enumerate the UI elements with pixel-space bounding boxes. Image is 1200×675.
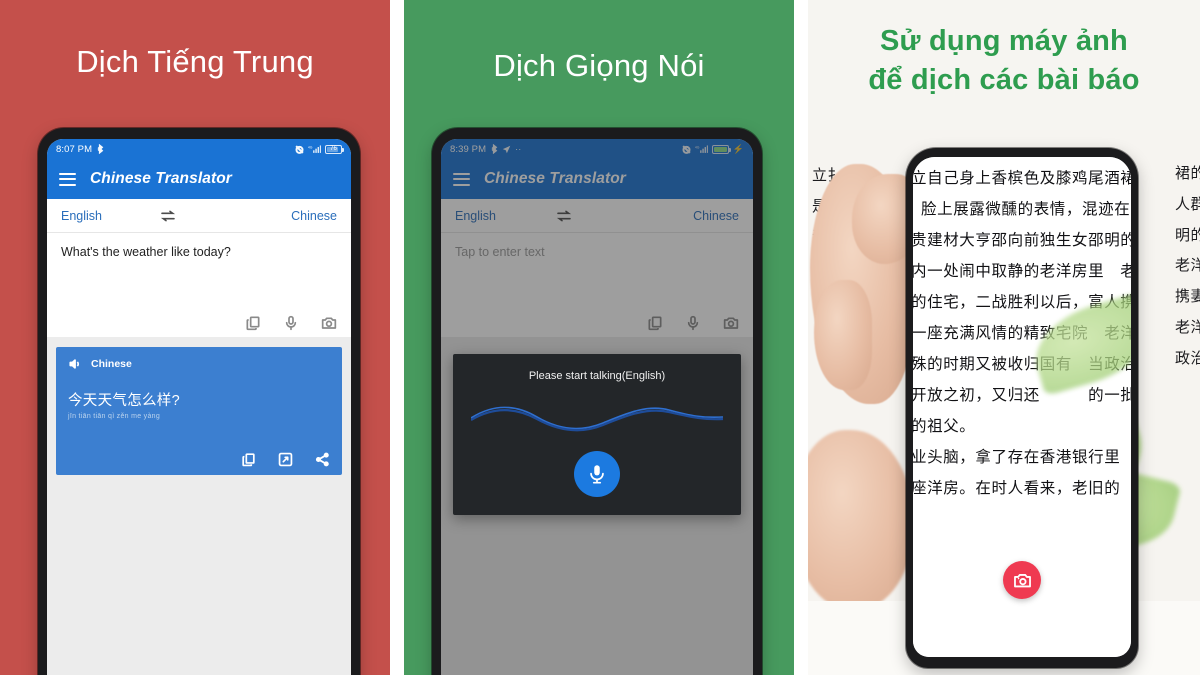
battery-icon: 76	[325, 144, 344, 154]
app-title: Chinese Translator	[90, 170, 232, 187]
newspaper-line: 立自己身上香槟色及膝鸡尾酒裙的裙	[913, 169, 1131, 187]
source-language-selector[interactable]: English	[455, 209, 496, 223]
panel1-headline: Dịch Tiếng Trung	[76, 44, 314, 79]
copy-icon[interactable]	[241, 452, 256, 467]
phone-device-2: 8:39 PM ·· 4G ⚡ Chinese Translator Engli…	[432, 128, 762, 675]
screenshot-root: Dịch Tiếng Trung 8:07 PM 4G 76 Chinese T…	[0, 0, 1200, 675]
newspaper-line: 业头脑，拿了存在香港银行里	[913, 448, 1121, 466]
copy-icon[interactable]	[245, 315, 261, 331]
panel2-headline: Dịch Giọng Nói	[493, 48, 705, 83]
background-newspaper-text-right: 裙的 人群 明的 老洋 携妻 老洋 政治	[1174, 164, 1200, 367]
input-tool-row-2	[647, 315, 739, 331]
newspaper-line: 开放之初，又归还 的一批房	[913, 386, 1131, 404]
battery-charging-icon	[711, 144, 731, 154]
camera-icon[interactable]	[321, 315, 337, 331]
panel-voice-translate: Dịch Giọng Nói 8:39 PM ·· 4G ⚡ Chinese T…	[404, 0, 794, 675]
translation-card: Chinese 今天天气怎么样? jīn tiān tiān qì zěn me…	[56, 347, 342, 475]
input-tool-row-1	[245, 315, 337, 331]
svg-text:4G: 4G	[308, 145, 313, 149]
camera-viewfinder: 立自己身上香槟色及膝鸡尾酒裙的裙 脸上展露微醺的表情，混迹在人群 贵建材大亨邵向…	[913, 157, 1131, 657]
camera-icon[interactable]	[723, 315, 739, 331]
panel3-headline-line1: Sử dụng máy ảnh	[880, 25, 1128, 57]
share-icon[interactable]	[315, 452, 330, 467]
alarm-off-icon	[295, 145, 304, 154]
hamburger-menu-icon[interactable]	[59, 172, 76, 186]
card-header: Chinese	[68, 357, 330, 371]
panel3-headline-line2: để dịch các bài báo	[868, 64, 1140, 97]
swap-horizontal-icon[interactable]	[556, 209, 572, 223]
text-input-area-1[interactable]: What's the weather like today?	[47, 233, 351, 337]
language-bar-1: English Chinese	[47, 199, 351, 233]
text-input-area-2[interactable]: Tap to enter text	[441, 233, 753, 337]
app-bar-2: Chinese Translator	[441, 159, 753, 199]
card-language-label: Chinese	[91, 358, 132, 370]
phone-screen-3: 立自己身上香槟色及膝鸡尾酒裙的裙 脸上展露微醺的表情，混迹在人群 贵建材大亨邵向…	[913, 157, 1131, 657]
panel-camera-translate: Sử dụng máy ảnh để dịch các bài báo 立扌是汉…	[808, 0, 1200, 675]
panel3-headline: Sử dụng máy ảnh để dịch các bài báo	[808, 22, 1200, 100]
more-dots-icon: ··	[515, 143, 522, 154]
phone-screen-2: 8:39 PM ·· 4G ⚡ Chinese Translator Engli…	[441, 139, 753, 675]
target-language-selector[interactable]: Chinese	[693, 209, 739, 223]
translated-text: 今天天气怎么样?	[68, 393, 180, 409]
microphone-icon[interactable]	[283, 315, 299, 331]
phone-device-3: 立自己身上香槟色及膝鸡尾酒裙的裙 脸上展露微醺的表情，混迹在人群 贵建材大亨邵向…	[906, 148, 1138, 668]
status-time: 8:07 PM	[56, 143, 93, 155]
voice-prompt-text: Please start talking(English)	[528, 370, 666, 382]
newspaper-line: 座洋房。在时人看来，老旧的	[913, 479, 1121, 497]
camera-capture-button[interactable]	[1003, 561, 1041, 599]
signal-bars-icon: 4G	[308, 144, 321, 154]
pinyin-text: jīn tiān tiān qì zěn me yàng	[68, 413, 161, 420]
language-bar-2: English Chinese	[441, 199, 753, 233]
status-bar-2: 8:39 PM ·· 4G ⚡	[441, 139, 753, 159]
newspaper-line: 的祖父。	[913, 417, 976, 435]
status-bar-1: 8:07 PM 4G 76	[47, 139, 351, 159]
fullscreen-icon[interactable]	[278, 452, 293, 467]
source-text-input[interactable]: Tap to enter text	[455, 245, 739, 259]
app-title: Chinese Translator	[484, 170, 626, 187]
finger	[814, 280, 872, 390]
source-text-input[interactable]: What's the weather like today?	[61, 245, 337, 259]
phone-device-1: 8:07 PM 4G 76 Chinese Translator English…	[38, 128, 360, 675]
bluetooth-icon	[96, 144, 104, 154]
panel-divider-1	[390, 0, 404, 675]
app-bar-1: Chinese Translator	[47, 159, 351, 199]
panel-translate-text: Dịch Tiếng Trung 8:07 PM 4G 76 Chinese T…	[0, 0, 390, 675]
palm	[808, 430, 914, 610]
translation-result-area-1: Chinese 今天天气怎么样? jīn tiān tiān qì zěn me…	[47, 337, 351, 675]
newspaper-line: 贵建材大亨邵向前独生女邵明的	[913, 231, 1131, 249]
location-arrow-icon	[502, 145, 511, 154]
copy-icon[interactable]	[647, 315, 663, 331]
speaker-icon[interactable]	[68, 357, 82, 371]
alarm-off-icon	[682, 145, 691, 154]
phone-screen-1: 8:07 PM 4G 76 Chinese Translator English…	[47, 139, 351, 675]
newspaper-line: 内一处闹中取静的老洋房里 老洋	[913, 262, 1131, 280]
source-language-selector[interactable]: English	[61, 209, 102, 223]
signal-bars-icon: 4G	[695, 144, 708, 154]
card-tool-row	[241, 452, 330, 467]
microphone-icon[interactable]	[685, 315, 701, 331]
panel-divider-2	[794, 0, 808, 675]
battery-level: 76	[330, 145, 337, 152]
hamburger-menu-icon[interactable]	[453, 172, 470, 186]
svg-text:4G: 4G	[695, 145, 700, 149]
target-language-selector[interactable]: Chinese	[291, 209, 337, 223]
audio-waveform	[465, 402, 729, 437]
mic-record-button[interactable]	[574, 451, 620, 497]
bluetooth-icon	[490, 144, 498, 154]
newspaper-line: 脸上展露微醺的表情，混迹在人群	[921, 200, 1131, 218]
voice-input-dialog: Please start talking(English)	[453, 354, 741, 515]
swap-horizontal-icon[interactable]	[160, 209, 176, 223]
charging-bolt-icon: ⚡	[732, 143, 744, 154]
status-time: 8:39 PM	[450, 143, 487, 155]
